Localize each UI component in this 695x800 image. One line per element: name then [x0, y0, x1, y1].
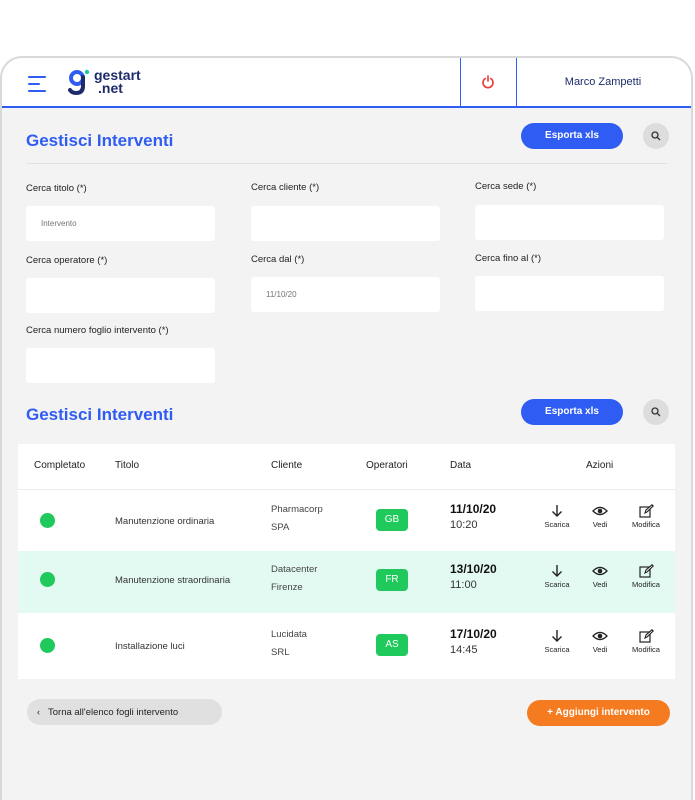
- numero-label: Cerca numero foglio intervento (*): [26, 325, 169, 336]
- col-header-azioni: Azioni: [586, 460, 614, 471]
- view-label: Vedi: [592, 580, 608, 589]
- dal-input[interactable]: [251, 277, 440, 312]
- col-header-completato: Completato: [34, 460, 86, 471]
- completed-status-icon: [40, 638, 55, 653]
- header-divider: [516, 58, 517, 106]
- operatore-input[interactable]: [26, 278, 215, 313]
- download-button[interactable]: Scarica: [537, 564, 577, 589]
- cliente-label: Cerca cliente (*): [251, 182, 320, 193]
- header-divider: [460, 58, 461, 106]
- download-button[interactable]: Scarica: [537, 629, 577, 654]
- edit-label: Modifica: [632, 645, 660, 654]
- hamburger-menu-icon[interactable]: [28, 76, 46, 97]
- logo-g-icon: [68, 69, 90, 96]
- titolo-input[interactable]: [26, 206, 215, 241]
- dal-label: Cerca dal (*): [251, 254, 305, 265]
- export-xls-button[interactable]: Esporta xls: [521, 123, 623, 149]
- search-icon: [651, 407, 661, 417]
- cliente-input[interactable]: [251, 206, 440, 241]
- table-row[interactable]: Manutenzione straordinaria Datacenter Fi…: [18, 551, 675, 613]
- operator-badge: AS: [376, 634, 408, 656]
- arrow-down-icon: [552, 565, 562, 577]
- download-label: Scarica: [544, 645, 570, 654]
- logo[interactable]: gestart .net: [68, 68, 141, 97]
- user-name[interactable]: Marco Zampetti: [518, 58, 688, 106]
- list-title: Gestisci Interventi: [26, 405, 174, 424]
- eye-icon: [592, 506, 608, 516]
- edit-icon: [638, 504, 654, 518]
- fino-input[interactable]: [475, 276, 664, 311]
- completed-status-icon: [40, 513, 55, 528]
- col-header-titolo: Titolo: [115, 460, 140, 471]
- edit-icon: [638, 564, 654, 578]
- edit-button[interactable]: Modifica: [626, 504, 666, 529]
- row-time: 11:00: [450, 579, 477, 591]
- filters-title: Gestisci Interventi: [26, 131, 174, 150]
- view-button[interactable]: Vedi: [580, 629, 620, 654]
- arrow-down-icon: [552, 630, 562, 642]
- app-window: gestart .net Marco Zampetti Gestisci Int…: [0, 56, 693, 800]
- view-button[interactable]: Vedi: [580, 564, 620, 589]
- view-label: Vedi: [592, 645, 608, 654]
- row-titolo: Installazione luci: [115, 641, 185, 652]
- row-cliente-line2: SRL: [271, 647, 290, 658]
- download-button[interactable]: Scarica: [537, 504, 577, 529]
- eye-icon: [592, 566, 608, 576]
- operatore-label: Cerca operatore (*): [26, 255, 108, 266]
- table-row[interactable]: Manutenzione ordinaria Pharmacorp SPA GB…: [18, 489, 675, 551]
- top-bar: gestart .net Marco Zampetti: [2, 58, 691, 108]
- view-label: Vedi: [592, 520, 608, 529]
- completed-status-icon: [40, 572, 55, 587]
- row-time: 14:45: [450, 644, 478, 656]
- download-label: Scarica: [544, 520, 570, 529]
- col-header-operatori: Operatori: [366, 460, 408, 471]
- sede-input[interactable]: [475, 205, 664, 240]
- numero-input[interactable]: [26, 348, 215, 383]
- col-header-data: Data: [450, 460, 472, 471]
- logo-text-line2: .net: [98, 80, 123, 96]
- search-button[interactable]: [643, 399, 669, 425]
- edit-button[interactable]: Modifica: [626, 564, 666, 589]
- col-header-cliente: Cliente: [271, 460, 303, 471]
- chevron-left-icon: ‹: [37, 707, 40, 717]
- operator-badge: FR: [376, 569, 408, 591]
- row-cliente-line2: Firenze: [271, 582, 303, 593]
- section-divider: [27, 163, 667, 164]
- export-xls-button[interactable]: Esporta xls: [521, 399, 623, 425]
- arrow-down-icon: [552, 505, 562, 517]
- search-icon: [651, 131, 661, 141]
- row-time: 10:20: [450, 519, 478, 531]
- edit-icon: [638, 629, 654, 643]
- eye-icon: [592, 631, 608, 641]
- fino-label: Cerca fino al (*): [475, 253, 541, 264]
- sede-label: Cerca sede (*): [475, 181, 537, 192]
- edit-label: Modifica: [632, 520, 660, 529]
- titolo-label: Cerca titolo (*): [26, 183, 87, 194]
- power-icon[interactable]: [481, 75, 495, 89]
- back-label: Torna all'elenco fogli intervento: [48, 707, 179, 718]
- search-button[interactable]: [643, 123, 669, 149]
- table-row[interactable]: Installazione luci Lucidata SRL AS 17/10…: [18, 613, 675, 675]
- edit-button[interactable]: Modifica: [626, 629, 666, 654]
- row-date: 13/10/20: [450, 562, 497, 576]
- row-date: 17/10/20: [450, 627, 497, 641]
- row-cliente-line1: Datacenter: [271, 564, 318, 575]
- row-date: 11/10/20: [450, 502, 497, 516]
- back-to-list-button[interactable]: ‹ Torna all'elenco fogli intervento: [27, 699, 222, 725]
- row-cliente-line2: SPA: [271, 522, 290, 533]
- download-label: Scarica: [544, 580, 570, 589]
- row-cliente-line1: Lucidata: [271, 629, 307, 640]
- view-button[interactable]: Vedi: [580, 504, 620, 529]
- add-intervention-button[interactable]: + Aggiungi intervento: [527, 700, 670, 726]
- operator-badge: GB: [376, 509, 408, 531]
- row-titolo: Manutenzione ordinaria: [115, 516, 215, 527]
- edit-label: Modifica: [632, 580, 660, 589]
- row-titolo: Manutenzione straordinaria: [115, 575, 231, 586]
- row-cliente-line1: Pharmacorp: [271, 504, 323, 515]
